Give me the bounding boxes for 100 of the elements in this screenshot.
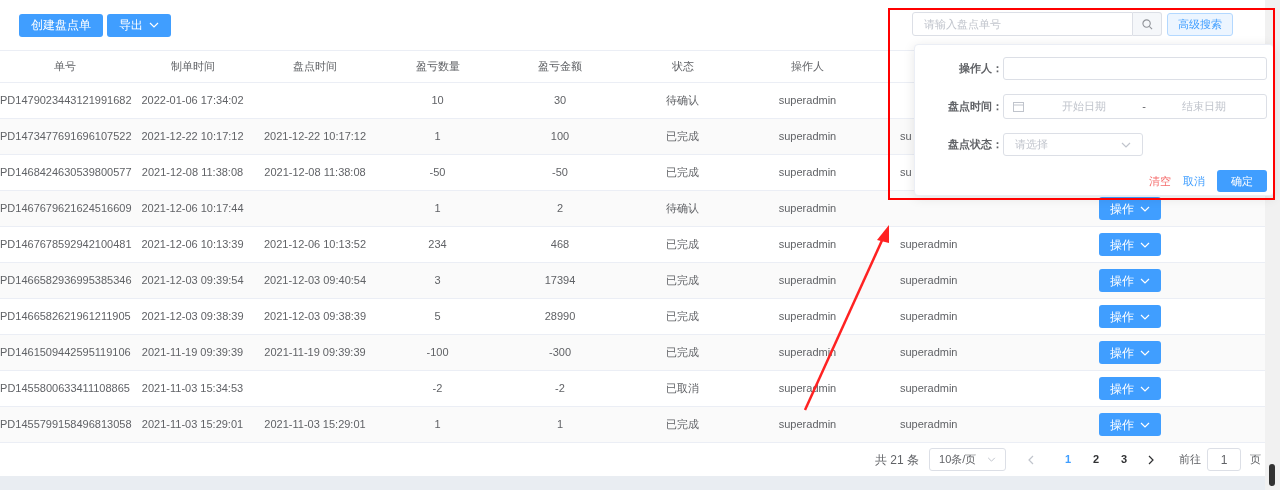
table-cell: superadmin xyxy=(900,346,958,359)
table-cell: 已取消 xyxy=(666,382,699,395)
table-cell: PD1479023443121991682 xyxy=(0,94,132,107)
table-cell: PD1473477691696107522 xyxy=(0,130,132,143)
table-cell: 2021-12-22 10:17:12 xyxy=(141,130,244,143)
table-cell: superadmin xyxy=(778,166,837,179)
table-cell: 已完成 xyxy=(666,418,699,431)
table-cell: 已完成 xyxy=(666,346,699,359)
clear-link[interactable]: 清空 xyxy=(1149,172,1171,190)
table-cell: 2021-12-08 11:38:08 xyxy=(264,166,366,179)
column-header: 盈亏金额 xyxy=(538,60,582,73)
table-cell: PD1455799158496813058 xyxy=(0,418,132,431)
table-cell: superadmin xyxy=(778,274,837,287)
goto-label: 前往 xyxy=(1179,452,1201,468)
table-cell: superadmin xyxy=(778,94,837,107)
caret-icon xyxy=(1140,349,1150,356)
table-cell: superadmin xyxy=(778,418,837,431)
create-button[interactable]: 创建盘点单 xyxy=(19,13,103,37)
table-cell: 468 xyxy=(550,238,570,251)
table-cell: 2021-12-03 09:38:39 xyxy=(141,310,244,323)
caret-icon xyxy=(1121,141,1131,148)
table-cell: PD1461509442595119106 xyxy=(0,346,131,359)
column-header: 制单时间 xyxy=(170,60,215,73)
table-cell: 100 xyxy=(550,130,570,143)
column-header: 盈亏数量 xyxy=(415,60,460,73)
table-cell: 已完成 xyxy=(666,166,699,179)
table-cell: 234 xyxy=(428,238,447,251)
page-number[interactable]: 1 xyxy=(1054,451,1082,468)
table-cell: 已完成 xyxy=(666,238,699,251)
table-cell: 2021-11-03 15:29:01 xyxy=(264,418,366,431)
column-header: 单号 xyxy=(54,60,76,73)
action-button[interactable]: 操作 xyxy=(1099,269,1161,292)
table-cell: superadmin xyxy=(778,310,837,323)
action-button[interactable]: 操作 xyxy=(1099,413,1161,436)
table-cell: -2 xyxy=(555,382,565,395)
action-button[interactable]: 操作 xyxy=(1099,233,1161,256)
table-cell: superadmin xyxy=(900,274,958,287)
caret-icon xyxy=(1140,313,1150,320)
table-cell: 1 xyxy=(434,130,441,143)
field-label: 盘点状态： xyxy=(947,137,1003,153)
table-cell: 待确认 xyxy=(666,202,699,215)
export-button[interactable]: 导出 xyxy=(107,13,171,37)
scrollbar-thumb[interactable] xyxy=(1269,464,1275,486)
field-label: 盘点时间： xyxy=(947,99,1003,115)
page-number[interactable]: 2 xyxy=(1082,451,1110,468)
caret-icon xyxy=(987,457,996,462)
next-page-icon[interactable] xyxy=(1148,454,1154,465)
table-cell: 2021-12-08 11:38:08 xyxy=(141,166,244,179)
operator-input[interactable] xyxy=(1003,57,1267,80)
caret-icon xyxy=(149,22,159,28)
table-cell: superadmin xyxy=(778,202,837,215)
action-button[interactable]: 操作 xyxy=(1099,197,1161,220)
table-cell: PD1466582621961211905 xyxy=(0,310,131,323)
action-button[interactable]: 操作 xyxy=(1099,341,1161,364)
table-cell: -50 xyxy=(429,166,446,179)
table-cell: superadmin xyxy=(900,238,958,251)
table-cell: 已完成 xyxy=(666,130,699,143)
advanced-search-button[interactable]: 高级搜索 xyxy=(1167,12,1233,36)
table-cell: 已完成 xyxy=(666,274,699,287)
table-cell: PD1468424630539800577 xyxy=(0,166,132,179)
table-cell: superadmin xyxy=(778,130,837,143)
table-cell: 2021-12-06 10:13:52 xyxy=(263,238,367,251)
caret-icon xyxy=(1140,277,1150,284)
action-button[interactable]: 操作 xyxy=(1099,305,1161,328)
table-cell: 2021-11-19 09:39:39 xyxy=(264,346,366,359)
table-cell: PD1467679621624516609 xyxy=(0,202,132,215)
table-cell: 2021-12-03 09:38:39 xyxy=(263,310,367,323)
table-cell: superadmin xyxy=(778,238,837,251)
search-icon[interactable] xyxy=(1141,18,1153,30)
page-suffix: 页 xyxy=(1250,452,1261,468)
page-size-select[interactable]: 10条/页 xyxy=(929,448,1006,471)
confirm-button[interactable]: 确定 xyxy=(1217,170,1267,192)
field-label: 操作人： xyxy=(958,61,1003,77)
table-cell: su xyxy=(900,166,912,179)
table-cell: -2 xyxy=(432,382,443,395)
table-cell: 2021-11-19 09:39:39 xyxy=(141,346,244,359)
cancel-link[interactable]: 取消 xyxy=(1183,172,1205,190)
table-cell: 28990 xyxy=(544,310,576,323)
caret-icon xyxy=(1140,241,1150,248)
table-cell: 2021-12-22 10:17:12 xyxy=(263,130,367,143)
goto-page-input[interactable]: 1 xyxy=(1207,448,1241,471)
calendar-icon xyxy=(1013,101,1024,112)
table-cell: su xyxy=(900,130,912,143)
page-number[interactable]: 3 xyxy=(1110,451,1138,468)
table-cell: -300 xyxy=(549,346,571,359)
caret-icon xyxy=(1140,385,1150,392)
table-cell: 2021-12-06 10:17:44 xyxy=(141,202,244,215)
table-cell: 17394 xyxy=(544,274,576,287)
table-cell: 2021-11-03 15:29:01 xyxy=(141,418,244,431)
column-header: 操作人 xyxy=(791,60,824,73)
table-cell: -50 xyxy=(552,166,568,179)
caret-icon xyxy=(1140,421,1150,428)
column-header: 盘点时间 xyxy=(293,60,337,73)
total-count: 共 21 条 xyxy=(875,451,919,469)
table-cell: 10 xyxy=(431,94,444,107)
table-cell: 1 xyxy=(434,418,441,431)
table-cell: PD1467678592942100481 xyxy=(0,238,132,251)
table-cell: 1 xyxy=(556,418,564,431)
action-button[interactable]: 操作 xyxy=(1099,377,1161,400)
table-cell: 已完成 xyxy=(666,310,699,323)
